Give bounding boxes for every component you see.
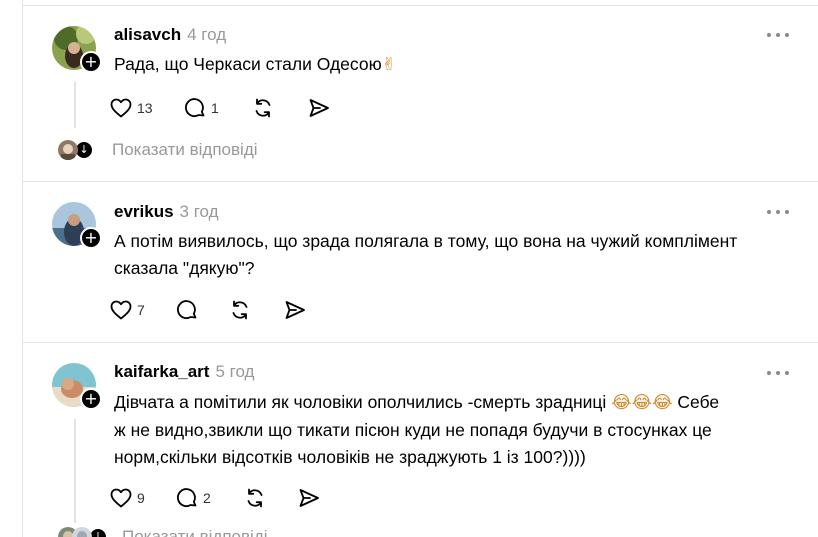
timestamp: 5 год bbox=[215, 362, 255, 381]
comment-icon bbox=[177, 300, 197, 319]
comments-feed: + alisavch 4 год Рада, що Черкаси стали О… bbox=[22, 0, 818, 537]
repost-button[interactable] bbox=[251, 95, 275, 121]
emoji: 😂😂😂 bbox=[611, 393, 673, 413]
like-button[interactable]: 13 bbox=[109, 95, 153, 121]
comment-text: Дівчата а помітили як чоловіки ополчилис… bbox=[114, 392, 720, 467]
like-count: 7 bbox=[137, 302, 145, 318]
share-button[interactable] bbox=[297, 485, 321, 511]
comment-button[interactable]: 2 bbox=[175, 485, 211, 511]
reply-avatar bbox=[58, 140, 78, 160]
heart-icon bbox=[110, 300, 132, 320]
share-icon bbox=[309, 99, 329, 117]
comment-text: А потім виявилось, що зрада полягала в т… bbox=[114, 231, 738, 278]
like-button[interactable]: 7 bbox=[109, 297, 145, 323]
action-bar: 9 2 bbox=[109, 485, 369, 511]
like-count: 9 bbox=[137, 490, 145, 506]
action-bar: 13 1 bbox=[109, 95, 369, 121]
reply-avatar bbox=[72, 527, 92, 537]
plus-icon[interactable]: + bbox=[80, 51, 102, 73]
repost-button[interactable] bbox=[243, 485, 267, 511]
show-replies-label: Показати відповіді bbox=[122, 527, 268, 537]
divider bbox=[23, 181, 818, 182]
username[interactable]: kaifarka_art 5 год bbox=[114, 362, 254, 382]
more-icon[interactable] bbox=[767, 207, 791, 217]
timestamp: 3 год bbox=[179, 202, 219, 221]
share-icon bbox=[299, 489, 319, 507]
repost-icon bbox=[255, 98, 271, 118]
comment-icon bbox=[177, 488, 197, 507]
like-button[interactable]: 9 bbox=[109, 485, 145, 511]
share-button[interactable] bbox=[283, 297, 307, 323]
repost-icon bbox=[232, 300, 248, 320]
heart-icon bbox=[110, 98, 132, 118]
show-replies-label: Показати відповіді bbox=[112, 140, 258, 159]
reply-count: 2 bbox=[203, 490, 211, 506]
username[interactable]: evrikus 3 год bbox=[114, 202, 219, 222]
plus-icon[interactable]: + bbox=[80, 388, 102, 410]
reply-count: 1 bbox=[211, 100, 219, 116]
emoji: ✌ bbox=[381, 55, 397, 75]
repost-button[interactable] bbox=[228, 297, 252, 323]
thread-line bbox=[74, 419, 76, 523]
show-replies[interactable]: ↓ Показати відповіді bbox=[58, 138, 258, 162]
like-count: 13 bbox=[137, 100, 153, 116]
show-replies[interactable]: ↓ Показати відповіді bbox=[58, 525, 268, 537]
timestamp: 4 год bbox=[187, 25, 227, 44]
comment-button[interactable] bbox=[175, 297, 199, 323]
username[interactable]: alisavch 4 год bbox=[114, 25, 226, 45]
more-icon[interactable] bbox=[767, 30, 791, 40]
thread-line bbox=[74, 82, 76, 128]
plus-icon[interactable]: + bbox=[80, 227, 102, 249]
comment-button[interactable]: 1 bbox=[183, 95, 219, 121]
share-button[interactable] bbox=[307, 95, 331, 121]
divider bbox=[23, 5, 818, 6]
heart-icon bbox=[110, 488, 132, 508]
comment-icon bbox=[185, 98, 205, 117]
action-bar: 7 bbox=[109, 297, 369, 323]
comment-text: Рада, що Черкаси стали Одесою✌ bbox=[114, 54, 397, 75]
divider bbox=[23, 342, 818, 343]
more-icon[interactable] bbox=[767, 368, 791, 378]
repost-icon bbox=[247, 488, 263, 508]
share-icon bbox=[285, 301, 305, 319]
